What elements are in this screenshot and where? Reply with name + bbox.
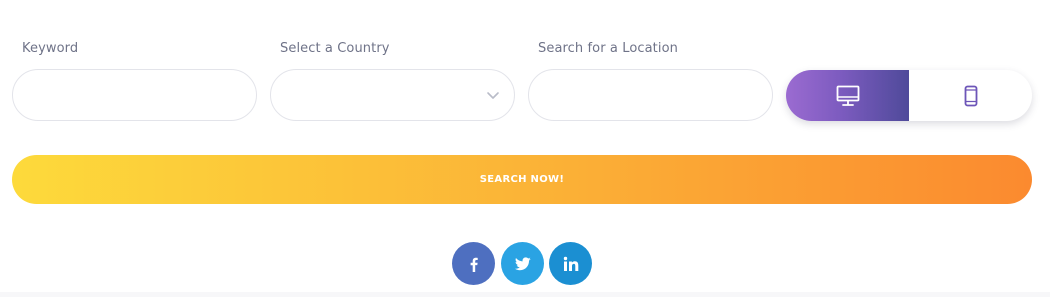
desktop-option[interactable] xyxy=(786,70,909,121)
facebook-icon xyxy=(470,257,478,272)
linkedin-button[interactable] xyxy=(549,242,592,285)
country-select[interactable] xyxy=(270,69,515,121)
location-input[interactable] xyxy=(528,69,773,121)
mobile-option[interactable] xyxy=(909,70,1032,121)
keyword-input[interactable] xyxy=(12,69,257,121)
twitter-icon xyxy=(514,256,531,270)
search-now-button[interactable]: SEARCH NOW! xyxy=(12,155,1032,204)
keyword-label: Keyword xyxy=(22,41,79,56)
country-label: Select a Country xyxy=(280,41,390,56)
desktop-icon xyxy=(836,85,859,106)
mobile-icon xyxy=(964,85,977,106)
linkedin-icon xyxy=(563,256,578,271)
location-label: Search for a Location xyxy=(538,41,678,56)
device-toggle xyxy=(786,70,1032,121)
twitter-button[interactable] xyxy=(501,242,544,285)
facebook-button[interactable] xyxy=(452,242,495,285)
chevron-down-icon xyxy=(487,92,499,99)
footer-divider xyxy=(0,292,1050,297)
